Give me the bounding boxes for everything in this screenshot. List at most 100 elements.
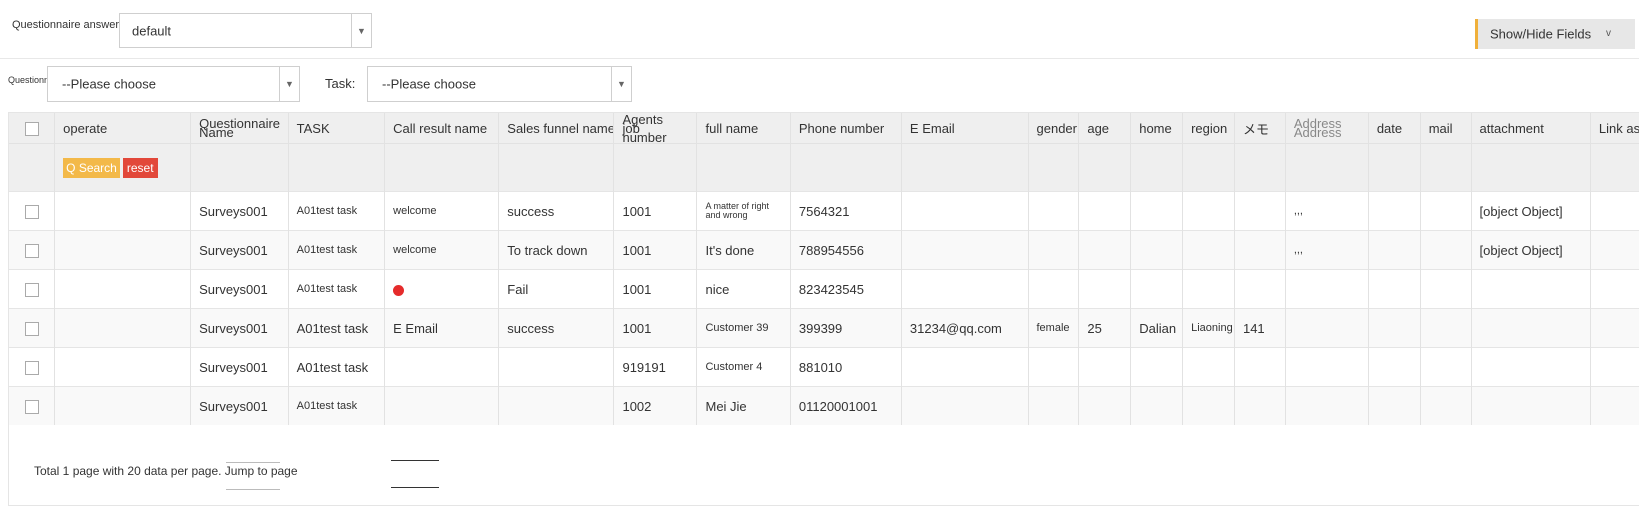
- cell-date: [1368, 386, 1421, 425]
- header-gender: gender: [1028, 113, 1080, 144]
- cell-operate: [54, 386, 192, 425]
- cell-attachment: [1471, 347, 1591, 387]
- cell-operate: [54, 230, 192, 270]
- cell-full-name: It's done: [696, 230, 791, 270]
- cell-operate: [54, 191, 192, 231]
- cell-link-association: [1590, 308, 1639, 348]
- search-actions-cell: Q Search reset: [54, 143, 192, 192]
- header-sales-funnel-name: Sales funnel name: [498, 113, 615, 144]
- cell-agents-job-number: 1001: [613, 269, 698, 309]
- cell-age: [1078, 269, 1132, 309]
- reset-button[interactable]: reset: [122, 157, 158, 178]
- data-table: operate Questionnaire Name TASK Call res…: [9, 113, 1639, 425]
- cell-agents-job-number: 1002: [613, 386, 698, 425]
- row-checkbox[interactable]: [24, 204, 39, 219]
- header-agents-job-number: Agents job number: [613, 113, 698, 144]
- cell-gender: [1028, 347, 1080, 387]
- cell-attachment[interactable]: [object Object]: [1471, 191, 1591, 231]
- cell-link-association: [1590, 386, 1639, 425]
- table-row[interactable]: Surveys001 A01test task E Email success …: [9, 308, 1639, 348]
- jump-to-page-input[interactable]: [226, 462, 280, 490]
- cell-address: [1285, 386, 1369, 425]
- cell-phone-number: 01120001001: [790, 386, 902, 425]
- cell-home: [1130, 269, 1184, 309]
- cell-address: [1285, 308, 1369, 348]
- table-row[interactable]: Surveys001 A01test task welcome To track…: [9, 230, 1639, 270]
- table-row[interactable]: Surveys001 A01test task Fail 1001 nice 8…: [9, 269, 1639, 309]
- cell-memo: [1234, 191, 1286, 231]
- cell-date: [1368, 347, 1421, 387]
- cell-questionnaire-name: Surveys001: [190, 191, 289, 231]
- header-address: Address Address: [1285, 113, 1369, 144]
- cell-attachment: [1471, 308, 1591, 348]
- select-all-checkbox[interactable]: [24, 121, 39, 136]
- cell-call-result: welcome: [384, 191, 500, 231]
- cell-questionnaire-name: Surveys001: [190, 386, 289, 425]
- cell-email: [901, 230, 1029, 270]
- cell-gender: [1028, 230, 1080, 270]
- cell-region: [1182, 191, 1235, 231]
- cell-age: 25: [1078, 308, 1132, 348]
- table-row[interactable]: Surveys001 A01test task 1002 Mei Jie 011…: [9, 386, 1639, 425]
- cell-phone-number: 823423545: [790, 269, 902, 309]
- cell-phone-number: 788954556: [790, 230, 902, 270]
- questionnaire-filter-select[interactable]: --Please choose ▼: [47, 66, 300, 102]
- cell-sales-funnel: Fail: [498, 269, 615, 309]
- cell-operate: [54, 308, 192, 348]
- cell-mail: [1420, 230, 1472, 270]
- show-hide-fields-button[interactable]: Show/Hide Fields v: [1475, 19, 1635, 49]
- cell-agents-job-number: 1001: [613, 191, 698, 231]
- cell-region: [1182, 230, 1235, 270]
- dropdown-arrow-icon: ▼: [617, 79, 626, 89]
- dropdown-arrow-icon: ▼: [285, 79, 294, 89]
- cell-sales-funnel: success: [498, 308, 615, 348]
- cell-full-name: nice: [696, 269, 791, 309]
- header-phone-number: Phone number: [790, 113, 902, 144]
- row-checkbox[interactable]: [24, 360, 39, 375]
- cell-questionnaire-name: Surveys001: [190, 269, 289, 309]
- row-checkbox[interactable]: [24, 399, 39, 414]
- cell-email: [901, 347, 1029, 387]
- cell-call-result: welcome: [384, 230, 500, 270]
- search-button[interactable]: Q Search: [63, 157, 120, 178]
- row-checkbox[interactable]: [24, 282, 39, 297]
- cell-phone-number: 7564321: [790, 191, 902, 231]
- row-checkbox[interactable]: [24, 243, 39, 258]
- cell-memo: 141: [1234, 308, 1286, 348]
- cell-agents-job-number: 1001: [613, 230, 698, 270]
- cell-email: [901, 269, 1029, 309]
- cell-sales-funnel: [498, 386, 615, 425]
- cell-home: [1130, 191, 1184, 231]
- cell-mail: [1420, 308, 1472, 348]
- cell-region: [1182, 386, 1235, 425]
- cell-operate: [54, 347, 192, 387]
- cell-email: [901, 386, 1029, 425]
- cell-phone-number: 881010: [790, 347, 902, 387]
- cell-age: [1078, 191, 1132, 231]
- table-header-row: operate Questionnaire Name TASK Call res…: [9, 113, 1639, 144]
- cell-date: [1368, 308, 1421, 348]
- top-bar: Questionnaire answers default ▼ Show/Hid…: [0, 0, 1639, 59]
- cell-attachment[interactable]: [object Object]: [1471, 230, 1591, 270]
- cell-sales-funnel: success: [498, 191, 615, 231]
- header-mail: mail: [1420, 113, 1472, 144]
- cell-mail: [1420, 191, 1472, 231]
- questionnaire-answers-select[interactable]: default ▼: [119, 13, 372, 48]
- cell-address: [1285, 347, 1369, 387]
- select-all-cell: [9, 113, 56, 144]
- cell-questionnaire-name: Surveys001: [190, 308, 289, 348]
- table-row[interactable]: Surveys001 A01test task welcome success …: [9, 191, 1639, 231]
- cell-email: [901, 191, 1029, 231]
- task-filter-select[interactable]: --Please choose ▼: [367, 66, 632, 102]
- table-row[interactable]: Surveys001 A01test task 919191 Customer …: [9, 347, 1639, 387]
- cell-age: [1078, 386, 1132, 425]
- cell-link-association: [1590, 347, 1639, 387]
- header-link-association: Link association: [1590, 113, 1639, 144]
- cell-full-name: Customer 39: [696, 308, 791, 348]
- cell-mail: [1420, 386, 1472, 425]
- cell-memo: [1234, 386, 1286, 425]
- cell-age: [1078, 230, 1132, 270]
- cell-task: A01test task: [288, 308, 386, 348]
- jump-go-button[interactable]: [391, 460, 439, 488]
- row-checkbox[interactable]: [24, 321, 39, 336]
